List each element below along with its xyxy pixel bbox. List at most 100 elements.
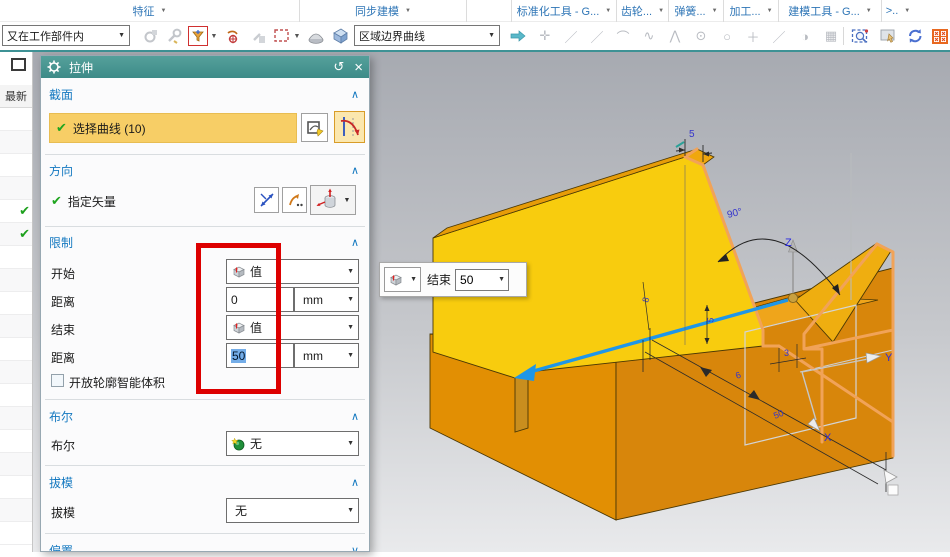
selection-scope-dropdown[interactable]: 又在工作部件内 ▼ <box>2 25 130 46</box>
segment-icon[interactable]: ／ <box>769 26 789 46</box>
section-group-header[interactable]: 截面 ∧ <box>49 84 361 104</box>
snap-point-filter-icon[interactable] <box>188 26 208 46</box>
curve-select-button[interactable] <box>334 111 365 143</box>
pan-view-icon[interactable] <box>878 26 898 46</box>
two-point-vector-button[interactable] <box>254 187 279 213</box>
navigator-row[interactable] <box>0 108 32 131</box>
close-button[interactable]: × <box>354 59 363 76</box>
half-shade-icon[interactable]: ◑ <box>795 26 815 46</box>
zoom-region-icon[interactable] <box>850 26 870 46</box>
arc-icon[interactable]: ⌒ <box>613 26 633 46</box>
circle-icon[interactable]: ○ <box>717 26 737 46</box>
navigator-row[interactable] <box>0 246 32 269</box>
line-icon[interactable]: ／ <box>561 26 581 46</box>
start-unit-dropdown[interactable]: mm ▼ <box>294 287 359 312</box>
offset-group-header[interactable]: 偏置 ∨ <box>49 540 361 552</box>
window-tiles-icon[interactable] <box>930 26 950 46</box>
navigator-row[interactable] <box>0 499 32 522</box>
spline-icon[interactable]: ∿ <box>639 26 659 46</box>
rotate-point-icon[interactable] <box>222 26 242 46</box>
navigator-row[interactable] <box>0 338 32 361</box>
tab-feature[interactable]: 特征 ▼ <box>0 0 300 22</box>
draft-value: 无 <box>235 504 248 518</box>
rectangle-select-icon[interactable] <box>272 26 292 46</box>
reset-button[interactable]: ↺ <box>333 59 344 75</box>
tab-overflow[interactable]: >.. ▼ <box>882 0 914 22</box>
offset-header-label: 偏置 <box>49 543 74 552</box>
navigator-row[interactable] <box>0 407 32 430</box>
snap-wrench-icon[interactable] <box>164 26 184 46</box>
end-distance-input[interactable]: 50 ▼ <box>455 268 510 291</box>
grid-icon[interactable]: ▦ <box>821 26 841 46</box>
navigator-row[interactable] <box>0 384 32 407</box>
refresh-icon[interactable] <box>905 26 925 46</box>
navigator-row[interactable] <box>0 177 32 200</box>
tab-spring[interactable]: 弹簧... ▼ <box>669 0 724 22</box>
model-notch-front[interactable] <box>514 371 529 433</box>
navigator-row[interactable] <box>0 131 32 154</box>
chevron-down-icon[interactable]: ▼ <box>209 26 219 46</box>
direction-arrow-icon[interactable] <box>508 26 528 46</box>
curve-icon <box>340 117 359 137</box>
end-limit-type-button[interactable]: ▼ <box>384 267 421 292</box>
navigator-row[interactable] <box>0 476 32 499</box>
distance-handle-box[interactable] <box>887 484 899 496</box>
line2-icon[interactable]: ／ <box>587 26 607 46</box>
tab-machining[interactable]: 加工... ▼ <box>724 0 779 22</box>
end-unit-dropdown[interactable]: mm ▼ <box>294 343 359 368</box>
collapse-icon[interactable]: ∧ <box>351 236 359 249</box>
point-icon[interactable]: ＋ <box>743 26 763 46</box>
direction-group-header[interactable]: 方向 ∧ <box>49 160 361 180</box>
curve-rule-dropdown[interactable]: 区域边界曲线 ▼ <box>354 25 500 46</box>
expand-icon[interactable]: ∨ <box>351 544 359 552</box>
collapse-icon[interactable]: ∧ <box>351 164 359 177</box>
dialog-title-bar[interactable]: 拉伸 ↺ × <box>41 56 369 78</box>
navigator-row[interactable] <box>0 430 32 453</box>
navigator-row[interactable] <box>0 154 32 177</box>
shaded-cube-icon[interactable] <box>330 26 350 46</box>
navigator-row[interactable] <box>0 522 32 545</box>
navigator-row[interactable] <box>0 315 32 338</box>
navigator-row[interactable]: ✔ <box>0 200 32 223</box>
tab-synchronous-modeling[interactable]: 同步建模 ▼ <box>300 0 467 22</box>
distance-drag-handle[interactable] <box>883 469 898 484</box>
limits-header-label: 限制 <box>49 235 74 250</box>
tab-gear[interactable]: 齿轮... ▼ <box>617 0 669 22</box>
tab-standard-tools[interactable]: 标准化工具 - G... ▼ <box>512 0 617 22</box>
collapse-icon[interactable]: ∧ <box>351 88 359 101</box>
move-face-icon[interactable]: ✛ <box>535 26 555 46</box>
circle-center-icon[interactable]: ⊙ <box>691 26 711 46</box>
point-on-curve-icon[interactable]: ⋀ <box>665 26 685 46</box>
shaded-cone-icon[interactable] <box>306 26 326 46</box>
boolean-group-header[interactable]: 布尔 ∧ <box>49 406 361 426</box>
ribbon-tab-bar: 特征 ▼ 同步建模 ▼ 标准化工具 - G... ▼ 齿轮... ▼ 弹簧...… <box>0 0 950 22</box>
distance1-label: 距离 <box>51 295 76 309</box>
navigator-column-header: 最新 <box>0 85 32 108</box>
select-curve-field[interactable]: ✔ 选择曲线 (10) <box>49 113 297 143</box>
chevron-down-icon: ▼ <box>160 7 167 14</box>
chevron-down-icon[interactable]: ▼ <box>292 26 302 46</box>
sketch-section-button[interactable] <box>301 113 328 142</box>
boolean-value: 无 <box>250 437 263 451</box>
navigator-row[interactable] <box>0 269 32 292</box>
open-profile-checkbox[interactable] <box>51 374 64 387</box>
chevron-down-icon: ▼ <box>343 196 351 204</box>
maximize-panel-icon[interactable] <box>11 58 26 71</box>
end-label: 结束 <box>51 323 76 337</box>
boolean-none-icon <box>231 436 246 451</box>
navigator-row[interactable] <box>0 292 32 315</box>
tab-modeling-tools[interactable]: 建模工具 - G... ▼ <box>779 0 882 22</box>
inferred-vector-button[interactable] <box>282 187 307 213</box>
boolean-dropdown[interactable]: 无 ▼ <box>226 431 359 456</box>
origin-handle-ball[interactable] <box>787 292 799 304</box>
snap-gear-icon[interactable] <box>140 26 160 46</box>
navigator-row[interactable] <box>0 361 32 384</box>
hand-tool-icon[interactable] <box>248 26 268 46</box>
draft-dropdown[interactable]: 无 ▼ <box>226 498 359 523</box>
collapse-icon[interactable]: ∧ <box>351 476 359 489</box>
collapse-icon[interactable]: ∧ <box>351 410 359 423</box>
navigator-row[interactable] <box>0 453 32 476</box>
draft-group-header[interactable]: 拔模 ∧ <box>49 472 361 492</box>
navigator-row[interactable]: ✔ <box>0 223 32 246</box>
vector-dialog-button[interactable]: ▼ <box>310 185 356 215</box>
